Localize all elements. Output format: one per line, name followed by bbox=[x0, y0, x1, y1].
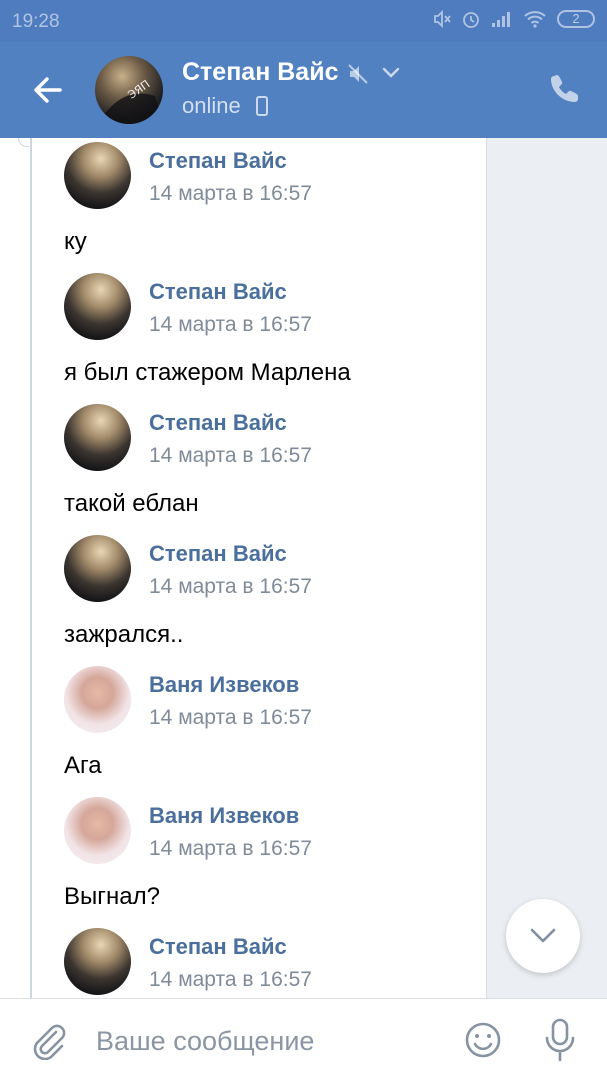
message-time: 14 марта в 16:57 bbox=[149, 837, 312, 860]
message-text: зажрался.. bbox=[64, 621, 184, 648]
message-text: такой еблан bbox=[64, 490, 199, 517]
message-input[interactable] bbox=[96, 1021, 436, 1061]
paperclip-icon[interactable] bbox=[28, 1020, 68, 1060]
message-time: 14 марта в 16:57 bbox=[149, 444, 312, 467]
phone-icon[interactable] bbox=[549, 72, 581, 104]
message-text: Выгнал? bbox=[64, 883, 160, 910]
status-time: 19:28 bbox=[12, 11, 60, 32]
chat-header: ЭЯП Степан Вайс online bbox=[0, 42, 607, 138]
message-time: 14 марта в 16:57 bbox=[149, 575, 312, 598]
wifi-icon bbox=[524, 11, 546, 28]
message-text: я был стажером Марлена bbox=[64, 359, 351, 386]
mute-status-icon bbox=[434, 9, 451, 29]
alarm-icon bbox=[463, 12, 479, 28]
microphone-icon[interactable] bbox=[544, 1018, 576, 1062]
chevron-down-icon bbox=[530, 928, 556, 943]
message-author[interactable]: Степан Вайс bbox=[149, 410, 287, 436]
back-arrow-icon[interactable] bbox=[28, 70, 68, 110]
emoji-icon[interactable] bbox=[463, 1020, 503, 1060]
avatar[interactable] bbox=[64, 797, 131, 864]
message-author[interactable]: Степан Вайс bbox=[149, 279, 287, 305]
signal-icon bbox=[492, 12, 510, 27]
message-text: ку bbox=[64, 228, 87, 255]
chevron-down-icon[interactable] bbox=[381, 66, 401, 80]
scroll-down-button[interactable] bbox=[506, 899, 580, 973]
contact-name[interactable]: Степан Вайс bbox=[182, 58, 338, 87]
message-author[interactable]: Степан Вайс bbox=[149, 541, 287, 567]
battery-icon: 2 bbox=[557, 10, 595, 28]
avatar[interactable] bbox=[64, 928, 131, 995]
status-bar: 19:28 2 bbox=[0, 0, 607, 42]
message-time: 14 марта в 16:57 bbox=[149, 706, 312, 729]
message-author[interactable]: Ваня Извеков bbox=[149, 803, 299, 829]
online-status: online bbox=[182, 93, 241, 118]
message-author[interactable]: Ваня Извеков bbox=[149, 672, 299, 698]
contact-avatar[interactable]: ЭЯП bbox=[95, 56, 163, 124]
message-author[interactable]: Степан Вайс bbox=[149, 934, 287, 960]
muted-icon bbox=[348, 64, 368, 84]
status-icons: 2 bbox=[431, 9, 595, 29]
avatar[interactable] bbox=[64, 666, 131, 733]
avatar[interactable] bbox=[64, 273, 131, 340]
mobile-device-icon bbox=[256, 96, 268, 116]
message-text: Ага bbox=[64, 752, 102, 779]
avatar[interactable] bbox=[64, 404, 131, 471]
bubble-edge bbox=[0, 138, 30, 998]
message-time: 14 марта в 16:57 bbox=[149, 968, 312, 991]
avatar[interactable] bbox=[64, 535, 131, 602]
message-composer bbox=[0, 998, 607, 1080]
forwarded-messages-card: Степан Вайс 14 марта в 16:57 ку Степан В… bbox=[30, 138, 487, 998]
message-time: 14 марта в 16:57 bbox=[149, 182, 312, 205]
chat-area[interactable]: Степан Вайс 14 марта в 16:57 ку Степан В… bbox=[0, 138, 607, 998]
avatar[interactable] bbox=[64, 142, 131, 209]
message-author[interactable]: Степан Вайс bbox=[149, 148, 287, 174]
message-time: 14 марта в 16:57 bbox=[149, 313, 312, 336]
